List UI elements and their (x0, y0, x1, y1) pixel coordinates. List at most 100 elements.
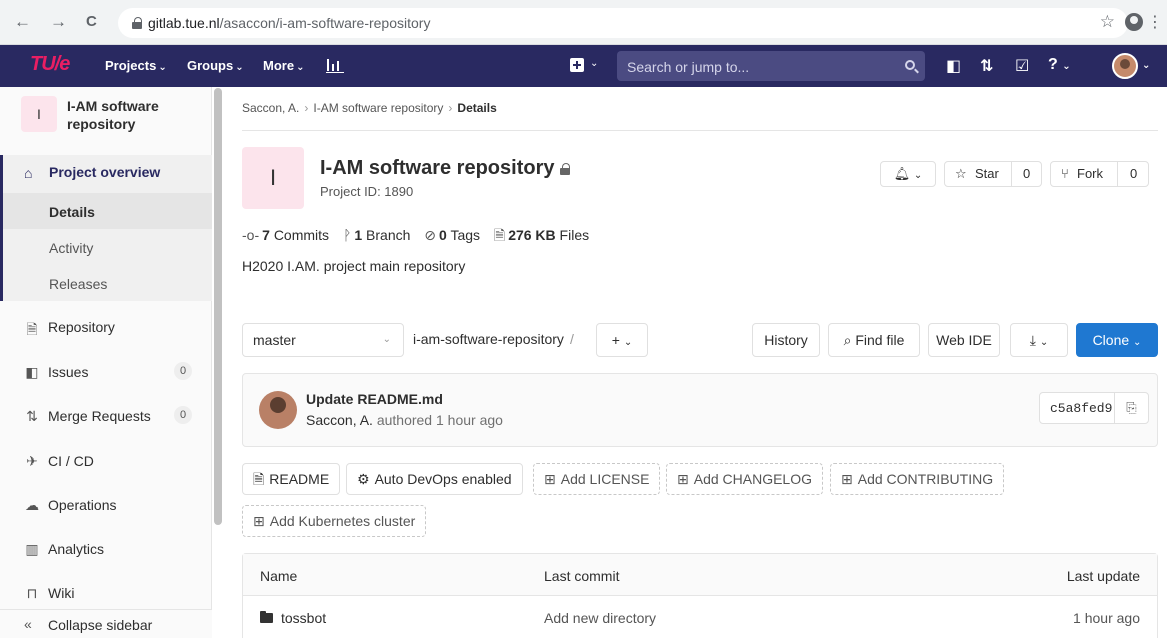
sidebar-item-merge-requests[interactable]: ⇅ Merge Requests 0 (0, 398, 212, 434)
star-count: 0 (1023, 166, 1031, 181)
private-lock-icon (560, 163, 571, 175)
collapse-label: Collapse sidebar (48, 617, 153, 633)
add-file-button[interactable]: + ⌄ (596, 323, 648, 357)
project-id: Project ID: 1890 (320, 184, 414, 199)
projects-menu[interactable]: Projects ⌄ (105, 58, 167, 73)
browser-toolbar: ← → C gitlab.tue.nl/asaccon/i-am-softwar… (0, 0, 1167, 45)
forward-icon[interactable]: → (50, 13, 67, 31)
sidebar-item-releases[interactable]: Releases (3, 265, 212, 301)
add-contributing-button[interactable]: ⊞ Add CONTRIBUTING (830, 463, 1005, 495)
page-title: I-AM software repository (320, 157, 571, 180)
search-placeholder: Search or jump to... (627, 59, 750, 75)
copy-icon[interactable]: ⎘ (1114, 393, 1148, 423)
commit-sha[interactable]: c5a8fed9 (1050, 401, 1112, 416)
sidebar-item-issues[interactable]: ◧ Issues 0 (0, 354, 212, 390)
add-license-button[interactable]: ⊞ Add LICENSE (533, 463, 661, 495)
breadcrumb-project[interactable]: I-AM software repository (313, 101, 443, 115)
project-avatar-large: I (242, 147, 304, 209)
bell-icon: 🔔︎ (893, 166, 911, 181)
sidebar-item-operations[interactable]: ☁ Operations (0, 487, 212, 523)
author-avatar[interactable] (259, 391, 297, 429)
last-commit-panel: Update README.md Saccon, A. authored 1 h… (242, 373, 1158, 447)
collapse-sidebar-button[interactable]: « Collapse sidebar (0, 609, 212, 638)
file-name[interactable]: tossbot (260, 610, 326, 626)
issues-icon[interactable]: ◧ (946, 56, 961, 76)
sidebar-item-project-overview[interactable]: ⌂ Project overview (3, 155, 212, 189)
star-button[interactable]: ☆ Star 0 (944, 161, 1042, 187)
doc-icon: 🗎 (253, 471, 265, 487)
notification-button[interactable]: 🔔︎ ⌄ (880, 161, 936, 187)
tue-logo[interactable]: TU/e (30, 53, 70, 76)
sidebar-scrollbar[interactable] (214, 88, 222, 525)
analytics-bars-icon[interactable] (326, 57, 344, 73)
branch-selector[interactable]: master ⌄ (242, 323, 404, 357)
more-menu[interactable]: More ⌄ (263, 58, 304, 73)
download-icon: ⤓ (1029, 332, 1036, 348)
double-chevron-left-icon: « (24, 616, 32, 632)
browser-menu-icon[interactable]: ⋮ (1147, 12, 1163, 32)
file-last-commit[interactable]: Add new directory (544, 610, 656, 626)
commit-author[interactable]: Saccon, A. (306, 412, 373, 428)
breadcrumb-owner[interactable]: Saccon, A. (242, 101, 299, 115)
book-icon: ⊓ (26, 585, 38, 601)
sidebar-item-label: Merge Requests (48, 408, 151, 424)
history-button[interactable]: History (752, 323, 820, 357)
new-plus-icon[interactable] (570, 58, 584, 72)
user-avatar[interactable] (1112, 53, 1138, 79)
account-icon[interactable] (1125, 13, 1143, 31)
reload-icon[interactable]: C (86, 13, 97, 31)
tags-stat[interactable]: ⊘ 0 Tags (424, 227, 480, 243)
address-bar[interactable]: gitlab.tue.nl/asaccon/i-am-software-repo… (118, 8, 1128, 38)
sidebar-project-header[interactable]: I I-AM software repository (0, 87, 212, 145)
top-navbar: TU/e Projects ⌄ Groups ⌄ More ⌄ ⌄ Search or… (0, 45, 1167, 87)
folder-icon (260, 611, 273, 623)
commit-sha-group: c5a8fed9 ⎘ (1039, 392, 1149, 424)
branch-stat[interactable]: ᚹ1 Branch (343, 227, 410, 243)
add-changelog-button[interactable]: ⊞ Add CHANGELOG (666, 463, 823, 495)
project-sidebar: I I-AM software repository ⌂ Project ove… (0, 87, 212, 638)
search-input[interactable]: Search or jump to... (617, 51, 925, 81)
commits-stat[interactable]: -o- 7 Commits (242, 227, 329, 243)
merge-icon: ⇅ (26, 408, 38, 424)
bookmark-star-icon[interactable]: ☆ (1100, 12, 1115, 32)
sidebar-item-activity[interactable]: Activity (3, 229, 212, 265)
sidebar-item-ci-cd[interactable]: ✈ CI / CD (0, 443, 212, 479)
breadcrumb-current[interactable]: Details (457, 101, 496, 115)
sidebar-item-wiki[interactable]: ⊓ Wiki (0, 575, 212, 611)
plus-square-icon: ⊞ (253, 513, 265, 529)
chevron-down-icon: ⌄ (382, 334, 391, 345)
home-icon: ⌂ (24, 165, 33, 181)
commit-message[interactable]: Update README.md (306, 391, 443, 407)
star-label: Star (975, 166, 999, 181)
merge-request-icon[interactable]: ⇅ (980, 56, 993, 76)
back-icon[interactable]: ← (14, 13, 31, 31)
auto-devops-button[interactable]: ⚙ Auto DevOps enabled (346, 463, 523, 495)
add-kubernetes-button[interactable]: ⊞ Add Kubernetes cluster (242, 505, 427, 537)
file-icon: 🗎 (493, 227, 506, 243)
sidebar-item-analytics[interactable]: ▥ Analytics (0, 531, 212, 567)
repo-path-link[interactable]: i-am-software-repository (413, 331, 564, 347)
rocket-icon: ✈ (26, 453, 38, 469)
clone-button[interactable]: Clone ⌄ (1076, 323, 1158, 357)
files-stat[interactable]: 🗎 276 KB Files (494, 227, 589, 243)
web-ide-button[interactable]: Web IDE (928, 323, 1000, 357)
project-stats: -o- 7 Commits ᚹ1 Branch ⊘ 0 Tags 🗎 276 KB F… (242, 225, 599, 249)
doc-icon: 🗎 (26, 321, 38, 337)
sidebar-item-details[interactable]: Details (3, 193, 212, 229)
todo-icon[interactable]: ☑ (1015, 56, 1029, 76)
sidebar-item-label: Project overview (49, 164, 161, 180)
sidebar-item-repository[interactable]: 🗎 Repository (0, 309, 212, 345)
branch-icon: ᚹ (342, 227, 352, 243)
plus-square-icon: ⊞ (841, 471, 853, 487)
help-icon[interactable]: ? ⌄ (1048, 56, 1071, 74)
readme-button[interactable]: 🗎 README (242, 463, 341, 495)
table-row[interactable]: tossbot Add new directory 1 hour ago (243, 596, 1157, 638)
commit-author-line: Saccon, A. authored 1 hour ago (306, 412, 503, 428)
table-header: Name Last commit Last update (243, 554, 1157, 596)
file-last-update: 1 hour ago (1073, 610, 1140, 626)
download-button[interactable]: ⤓ ⌄ (1010, 323, 1068, 357)
groups-menu[interactable]: Groups ⌄ (187, 58, 244, 73)
find-file-button[interactable]: ⌕ Find file (828, 323, 920, 357)
merge-requests-count-badge: 0 (174, 406, 192, 424)
fork-button[interactable]: ⑂ Fork 0 (1050, 161, 1149, 187)
